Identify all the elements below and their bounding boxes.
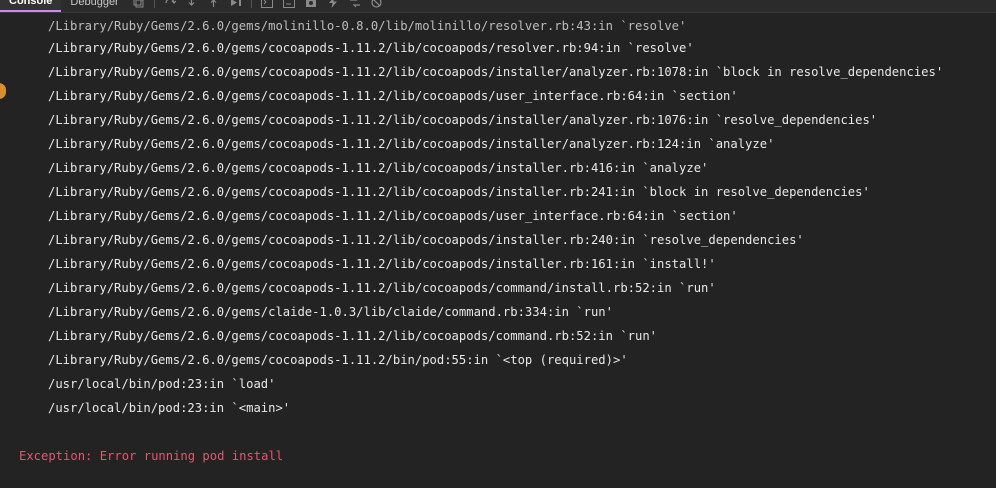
console-window: Console Debugger /Library/Ruby/Gems/2.6.…: [0, 0, 996, 488]
step-out-icon[interactable]: [203, 0, 225, 12]
log-line: /Library/Ruby/Gems/2.6.0/gems/molinillo-…: [48, 19, 687, 33]
flash-icon[interactable]: [322, 0, 344, 12]
toolbar-divider: [153, 0, 155, 8]
exception-message: Exception: Error running pod install: [19, 449, 284, 463]
step-over-icon[interactable]: [159, 0, 181, 12]
copy-icon[interactable]: [128, 0, 150, 12]
log-line: /Library/Ruby/Gems/2.6.0/gems/cocoapods-…: [48, 65, 944, 79]
terminal-icon[interactable]: [256, 0, 278, 12]
log-line: /Library/Ruby/Gems/2.6.0/gems/cocoapods-…: [48, 257, 716, 271]
log-line: /Library/Ruby/Gems/2.6.0/gems/cocoapods-…: [48, 41, 694, 55]
tab-console[interactable]: Console: [0, 0, 62, 12]
log-line: /Library/Ruby/Gems/2.6.0/gems/cocoapods-…: [48, 281, 716, 295]
log-line: /Library/Ruby/Gems/2.6.0/gems/cocoapods-…: [48, 353, 628, 367]
resume-icon[interactable]: [225, 0, 247, 12]
log-line: /Library/Ruby/Gems/2.6.0/gems/claide-1.0…: [48, 305, 613, 319]
log-line: /Library/Ruby/Gems/2.6.0/gems/cocoapods-…: [48, 137, 775, 151]
screenshot-icon[interactable]: [300, 0, 322, 12]
network-icon[interactable]: [344, 0, 366, 12]
devtools-toolbar: Console Debugger: [0, 0, 996, 13]
console-output[interactable]: /Library/Ruby/Gems/2.6.0/gems/molinillo-…: [0, 12, 996, 488]
log-line: /Library/Ruby/Gems/2.6.0/gems/cocoapods-…: [48, 185, 870, 199]
toolbar-divider: [250, 0, 252, 8]
log-line: /Library/Ruby/Gems/2.6.0/gems/cocoapods-…: [48, 89, 738, 103]
log-line: /usr/local/bin/pod:23:in `<main>': [48, 401, 291, 415]
tab-debugger[interactable]: Debugger: [61, 0, 127, 12]
log-line: /Library/Ruby/Gems/2.6.0/gems/cocoapods-…: [48, 329, 658, 343]
disable-icon[interactable]: [366, 0, 388, 12]
step-into-icon[interactable]: [181, 0, 203, 12]
terminal-alt-icon[interactable]: [278, 0, 300, 12]
log-line: /usr/local/bin/pod:23:in `load': [48, 377, 276, 391]
log-line: /Library/Ruby/Gems/2.6.0/gems/cocoapods-…: [48, 113, 878, 127]
log-line: /Library/Ruby/Gems/2.6.0/gems/cocoapods-…: [48, 161, 709, 175]
log-line: /Library/Ruby/Gems/2.6.0/gems/cocoapods-…: [48, 209, 738, 223]
log-line: /Library/Ruby/Gems/2.6.0/gems/cocoapods-…: [48, 233, 804, 247]
